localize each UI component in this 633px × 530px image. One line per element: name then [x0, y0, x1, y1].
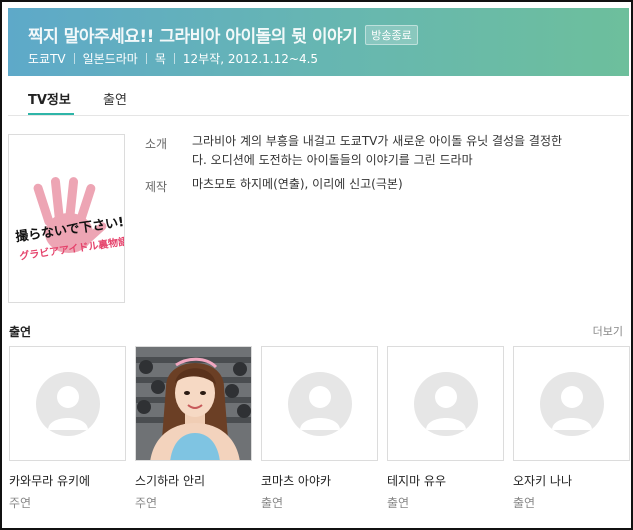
- cast-role: 출연: [387, 496, 410, 510]
- intro-line-1: 그라비아 계의 부흥을 내걸고 도쿄TV가 새로운 아이돌 유닛 결성을 결정한: [192, 134, 563, 148]
- cast-photo[interactable]: [9, 346, 126, 461]
- cast-photo[interactable]: [261, 346, 378, 461]
- actress-photo: [136, 347, 251, 460]
- cast-role: 출연: [261, 496, 284, 510]
- meta-divider: [145, 53, 147, 64]
- production-text: 마츠모토 하지메(연출), 이리에 신고(극본): [192, 177, 403, 191]
- program-header: 찍지 말아주세요!! 그라비아 아이돌의 뒷 이야기 방송종료 도쿄TV 일본드…: [8, 8, 629, 76]
- cast-name[interactable]: 테지마 유우: [387, 472, 446, 489]
- status-badge: 방송종료: [365, 24, 418, 45]
- intro-text: 그라비아 계의 부흥을 내걸고 도쿄TV가 새로운 아이돌 유닛 결성을 결정한…: [192, 132, 562, 170]
- poster-image[interactable]: 撮らないで下さい!! グラビアアイドル裏物語: [8, 134, 125, 303]
- person-icon: [540, 372, 604, 436]
- title-row: 찍지 말아주세요!! 그라비아 아이돌의 뒷 이야기 방송종료: [28, 22, 418, 47]
- cast-name[interactable]: 스기하라 안리: [135, 472, 205, 489]
- tab-tv-info[interactable]: TV정보: [28, 89, 71, 108]
- person-icon: [36, 372, 100, 436]
- genre-link[interactable]: 일본드라마: [83, 50, 138, 67]
- cast-section-title: 출연: [9, 325, 32, 339]
- cast-photo[interactable]: [135, 346, 252, 461]
- channel-link[interactable]: 도쿄TV: [28, 50, 66, 67]
- cast-photo[interactable]: [513, 346, 630, 461]
- person-icon: [288, 372, 352, 436]
- intro-line-2: 다. 오디션에 도전하는 아이돌들의 이야기를 그린 드라마: [192, 153, 473, 167]
- cast-role: 주연: [135, 496, 158, 510]
- meta-divider: [173, 53, 175, 64]
- tab-bar: TV정보 출연: [8, 76, 629, 116]
- cast-photo[interactable]: [387, 346, 504, 461]
- program-title: 찍지 말아주세요!! 그라비아 아이돌의 뒷 이야기: [28, 27, 358, 47]
- intro-label: 소개: [145, 137, 168, 151]
- cast-name[interactable]: 카와무라 유키에: [9, 472, 90, 489]
- cast-role: 출연: [513, 496, 536, 510]
- meta-divider: [73, 53, 75, 64]
- cast-name[interactable]: 코마츠 아야카: [261, 472, 331, 489]
- page-frame: 찍지 말아주세요!! 그라비아 아이돌의 뒷 이야기 방송종료 도쿄TV 일본드…: [0, 0, 633, 530]
- poster-artwork: 撮らないで下さい!! グラビアアイドル裏物語: [9, 135, 124, 302]
- production-label: 제작: [145, 180, 168, 194]
- program-meta: 도쿄TV 일본드라마 목 12부작, 2012.1.12~4.5: [28, 50, 318, 67]
- tab-cast[interactable]: 출연: [103, 89, 127, 108]
- cast-role: 주연: [9, 496, 32, 510]
- broadcast-day: 목: [154, 52, 166, 66]
- active-tab-indicator: [28, 113, 74, 115]
- episode-info: 12부작, 2012.1.12~4.5: [182, 52, 319, 66]
- person-icon: [414, 372, 478, 436]
- more-link[interactable]: 더보기: [593, 323, 623, 339]
- cast-name[interactable]: 오자키 나나: [513, 472, 572, 489]
